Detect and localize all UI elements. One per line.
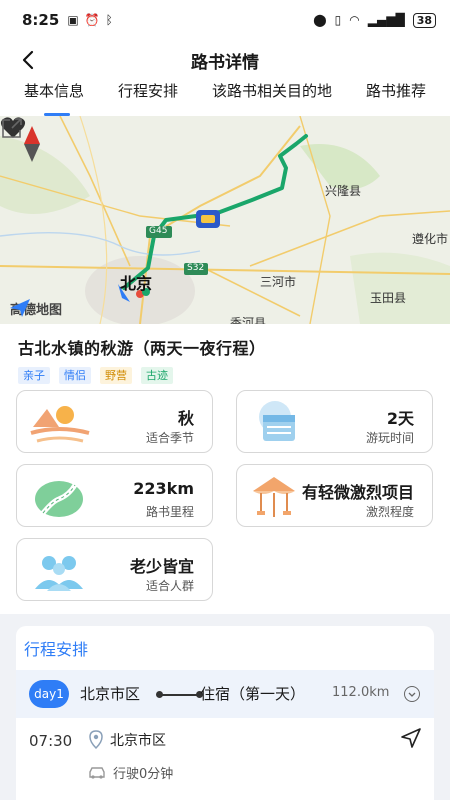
day-distance: 112.0km <box>332 685 390 700</box>
map-label-zunhua: 遵化市 <box>412 232 449 246</box>
card-audience: 老少皆宜 适合人群 <box>16 538 213 601</box>
tag-camping: 野营 <box>100 367 132 384</box>
location-icon: ⬤ <box>313 13 327 27</box>
route-map[interactable]: G45 S32 兴隆县 遵化市 北京 三河市 玉田县 香河县 高德地图 <box>0 116 450 324</box>
gaode-logo-icon <box>10 299 30 317</box>
bluetooth-icon: ᛒ <box>105 13 113 27</box>
map-label-sanhe: 三河市 <box>260 275 297 289</box>
road-icon <box>35 481 83 517</box>
tab-bar: 基本信息 行程安排 该路书相关目的地 路书推荐 <box>0 80 450 116</box>
status-bar: 8:25 ▣ ⏰ ᛒ ⬤ ▯ ◠ ▂▄▆█ 38 <box>0 0 450 40</box>
page-title: 路书详情 <box>191 52 259 73</box>
battery-level: 38 <box>416 13 432 27</box>
map-label-xianghe: 香河县 <box>230 316 267 324</box>
drive-duration: 行驶0分钟 <box>113 767 174 782</box>
tab-recommendations[interactable]: 路书推荐 <box>366 80 426 116</box>
map-label-xinglong: 兴隆县 <box>325 184 362 198</box>
back-button[interactable] <box>14 46 42 74</box>
intensity-label: 激烈程度 <box>365 505 414 519</box>
map-label-beijing: 北京 <box>120 274 153 293</box>
back-arrow-icon <box>22 50 34 70</box>
distance-label: 路书里程 <box>145 505 194 519</box>
calendar-icon <box>259 401 295 441</box>
card-distance: 223km 路书里程 <box>16 464 213 527</box>
tab-schedule[interactable]: 行程安排 <box>118 80 178 116</box>
day-badge: day1 <box>29 680 69 708</box>
route-tags: 亲子 情侣 野营 古迹 <box>18 367 173 384</box>
map-provider-logo: 高德地图 <box>10 299 62 318</box>
share-icon[interactable] <box>0 116 24 140</box>
day-row[interactable]: day1 北京市区 住宿（第一天） 112.0km <box>16 670 434 718</box>
road-badge-s32: S32 <box>187 263 205 273</box>
wifi-icon: ◠ <box>349 13 360 27</box>
alarm-icon: ⏰ <box>84 13 100 27</box>
duration-value: 2天 <box>386 409 414 428</box>
stop-time: 07:30 <box>29 732 73 750</box>
schedule-card: 行程安排 day1 北京市区 住宿（第一天） 112.0km 07:30 北京市… <box>16 626 434 800</box>
season-label: 适合季节 <box>145 431 194 445</box>
tag-family: 亲子 <box>18 367 50 384</box>
route-connector <box>159 694 199 696</box>
distance-value: 223km <box>133 479 194 498</box>
battery-icon: 38 <box>412 12 436 28</box>
season-value: 秋 <box>177 409 194 428</box>
day-from: 北京市区 <box>80 685 141 703</box>
status-time: 8:25 <box>22 11 60 29</box>
card-intensity: 有轻微激烈项目 激烈程度 <box>236 464 433 527</box>
tab-related-destinations[interactable]: 该路书相关目的地 <box>212 80 332 116</box>
card-season: 秋 适合季节 <box>16 390 213 453</box>
car-icon <box>89 767 105 779</box>
tag-couple: 情侣 <box>59 367 91 384</box>
duration-label: 游玩时间 <box>365 431 414 445</box>
signal-icon: ▂▄▆█ <box>367 13 405 27</box>
navigate-icon[interactable] <box>400 727 422 749</box>
schedule-title: 行程安排 <box>24 640 89 659</box>
audience-label: 适合人群 <box>145 579 194 593</box>
route-title: 古北水镇的秋游（两天一夜行程） <box>18 339 266 358</box>
people-icon <box>35 556 83 591</box>
tab-basic-info[interactable]: 基本信息 <box>24 80 84 116</box>
location-pin-icon <box>89 730 103 750</box>
carousel-icon <box>253 477 295 517</box>
header: 路书详情 <box>0 40 450 80</box>
vibrate-icon: ▯ <box>334 13 342 27</box>
compass-icon[interactable] <box>24 126 40 162</box>
expand-chevron-icon[interactable] <box>404 686 420 702</box>
audience-value: 老少皆宜 <box>129 557 194 576</box>
road-badge-g45: G45 <box>149 226 168 236</box>
day-to: 住宿（第一天） <box>200 685 306 703</box>
intensity-value: 有轻微激烈项目 <box>301 483 414 502</box>
card-duration: 2天 游玩时间 <box>236 390 433 453</box>
autumn-icon <box>30 406 90 443</box>
tag-heritage: 古迹 <box>141 367 173 384</box>
map-label-yutian: 玉田县 <box>370 291 407 305</box>
nfc-icon: ▣ <box>67 13 79 27</box>
stop-name: 北京市区 <box>110 733 166 749</box>
